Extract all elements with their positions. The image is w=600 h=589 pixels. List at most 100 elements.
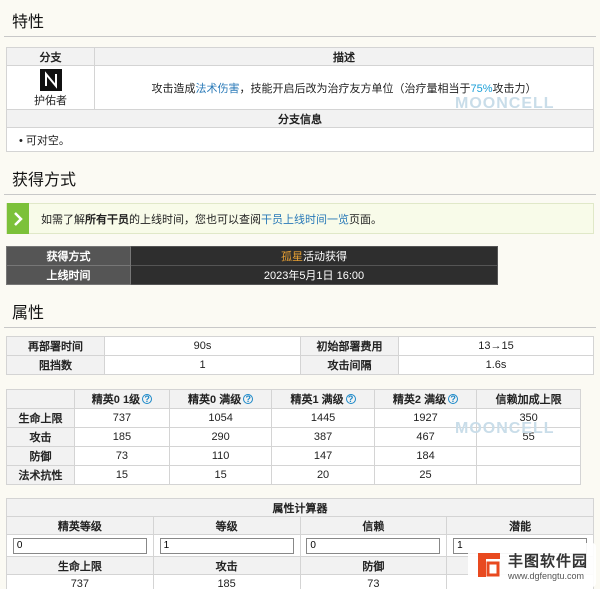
notice-chevron-icon (7, 203, 29, 234)
calc-label-elite: 精英等级 (6, 516, 154, 535)
stats-header-label: 精英2 满级 (392, 394, 447, 406)
desc-text: ，技能开启后改为治疗友方单位（治疗量相当于 (239, 82, 471, 95)
stat-label: 法术抗性 (6, 465, 75, 485)
help-icon[interactable]: ? (448, 394, 459, 404)
desc-text: 攻击造成 (151, 82, 196, 95)
table-row: 防御 73 110 147 184 (6, 446, 581, 466)
event-link[interactable]: 孤星 (281, 251, 303, 263)
magic-damage-link[interactable]: 法术伤害 (195, 83, 239, 95)
section-title-traits: 特性 (4, 0, 596, 37)
calc-out-def: 73 (299, 574, 448, 589)
branch-icon (39, 69, 62, 91)
stats-header: 精英0 满级? (168, 389, 273, 409)
bullet: • (19, 134, 26, 147)
calculator-title: 属性计算器 (6, 498, 594, 517)
redeploy-label: 再部署时间 (6, 336, 105, 356)
calc-label-level: 等级 (152, 516, 301, 535)
stat-value: 55 (476, 427, 581, 447)
stat-value: 25 (373, 465, 478, 485)
calc-label-potential: 潜能 (446, 516, 594, 535)
stat-value: 15 (168, 465, 273, 485)
section-title-obtain: 获得方式 (4, 166, 596, 195)
calc-out-hp: 737 (6, 574, 154, 589)
brand-url: www.dgfengtu.com (508, 570, 585, 581)
stats-corner (6, 389, 75, 409)
notice-bold: 所有干员 (85, 213, 129, 226)
help-icon[interactable]: ? (345, 394, 356, 404)
calc-out-label-atk: 攻击 (152, 556, 301, 575)
stat-value: 1445 (271, 408, 375, 428)
stat-value: 350 (476, 408, 581, 428)
stats-header-label: 精英0 满级 (188, 394, 242, 406)
stats-header: 精英1 满级? (271, 389, 375, 409)
calc-out-atk: 185 (152, 574, 301, 589)
launch-time-value: 2023年5月1日 16:00 (130, 265, 498, 285)
obtain-method-rest: 活动获得 (303, 251, 347, 263)
stats-header: 精英0 1级? (74, 389, 170, 409)
stats-header: 精英2 满级? (373, 389, 478, 409)
brand-name: 丰图软件园 (508, 552, 589, 570)
brand-watermark: 丰图软件园 www.dgfengtu.com (468, 543, 596, 587)
section-title-attributes: 属性 (4, 299, 596, 328)
col-desc-header: 描述 (94, 47, 594, 66)
trust-input[interactable] (306, 537, 441, 554)
branch-info-item: 可对空。 (25, 134, 70, 147)
col-branch-header: 分支 (6, 47, 95, 66)
table-row: 法术抗性 15 15 20 25 (6, 465, 581, 485)
stat-value: 147 (271, 446, 375, 466)
obtain-method-label: 获得方式 (6, 246, 131, 266)
deploy-table: 再部署时间 90s 初始部署费用 13→15 阻挡数 1 攻击间隔 1.6s (6, 336, 594, 375)
brand-logo-icon (472, 549, 504, 581)
block-label: 阻挡数 (6, 355, 105, 375)
branch-info-header: 分支信息 (6, 109, 594, 128)
deploy-cost-label: 初始部署费用 (300, 336, 399, 356)
stats-table: 精英0 1级? 精英0 满级? 精英1 满级? 精英2 满级? 信赖加成上限 生… (6, 389, 581, 485)
stat-value (476, 446, 581, 466)
stats-header-label: 精英0 1级 (91, 394, 141, 406)
stat-value: 467 (373, 427, 478, 447)
calc-cell (6, 534, 154, 557)
help-icon[interactable]: ? (142, 394, 153, 404)
calc-cell (299, 534, 448, 557)
stat-label: 攻击 (6, 427, 75, 447)
help-icon[interactable]: ? (243, 394, 254, 404)
stats-header-label: 精英1 满级 (290, 394, 344, 406)
launch-time-link[interactable]: 干员上线时间一览 (261, 214, 349, 226)
desc-text: 攻击力） (492, 82, 537, 95)
stat-value: 15 (74, 465, 170, 485)
branch-description: 攻击造成法术伤害，技能开启后改为治疗友方单位（治疗量相当于75%攻击力） (94, 65, 594, 110)
stat-value: 290 (168, 427, 273, 447)
stat-value: 387 (271, 427, 375, 447)
calc-cell (152, 534, 301, 557)
obtain-method-value: 孤星活动获得 (130, 246, 498, 266)
calc-out-label-def: 防御 (299, 556, 448, 575)
stat-value: 1927 (373, 408, 478, 428)
deploy-cost-value: 13→15 (398, 336, 594, 356)
level-input[interactable] (159, 537, 294, 554)
launch-time-label: 上线时间 (6, 265, 131, 285)
heal-percent: 75% (470, 82, 493, 95)
stat-value: 1054 (168, 408, 273, 428)
notice-box: 如需了解所有干员的上线时间，您也可以查阅干员上线时间一览页面。 (6, 203, 594, 234)
table-row: 生命上限 737 1054 1445 1927 350 (6, 408, 581, 428)
stat-value: 737 (74, 408, 170, 428)
stats-header: 信赖加成上限 (476, 389, 581, 409)
obtain-table: 获得方式 孤星活动获得 上线时间 2023年5月1日 16:00 (6, 246, 498, 285)
notice-mid: 的上线时间，您也可以查阅 (129, 213, 261, 226)
table-row: 攻击 185 290 387 467 55 (6, 427, 581, 447)
branch-cell: 护佑者 (6, 65, 95, 110)
attack-interval-label: 攻击间隔 (300, 355, 399, 375)
branch-name: 护佑者 (34, 95, 67, 107)
stat-value: 110 (168, 446, 273, 466)
calc-out-label-hp: 生命上限 (6, 556, 154, 575)
stat-value (476, 465, 581, 485)
notice-text: 如需了解所有干员的上线时间，您也可以查阅干员上线时间一览页面。 (29, 211, 382, 227)
elite-level-input[interactable] (12, 537, 147, 554)
branch-info-cell: • 可对空。 (6, 127, 594, 152)
redeploy-value: 90s (104, 336, 301, 356)
stat-label: 生命上限 (6, 408, 75, 428)
stat-value: 73 (74, 446, 170, 466)
traits-table: 分支 描述 护佑者 攻击造成法术伤害，技能开启后改为治疗友方单位（治疗量相当于7… (6, 47, 594, 152)
notice-suffix: 页面。 (349, 213, 382, 226)
stat-value: 20 (271, 465, 375, 485)
